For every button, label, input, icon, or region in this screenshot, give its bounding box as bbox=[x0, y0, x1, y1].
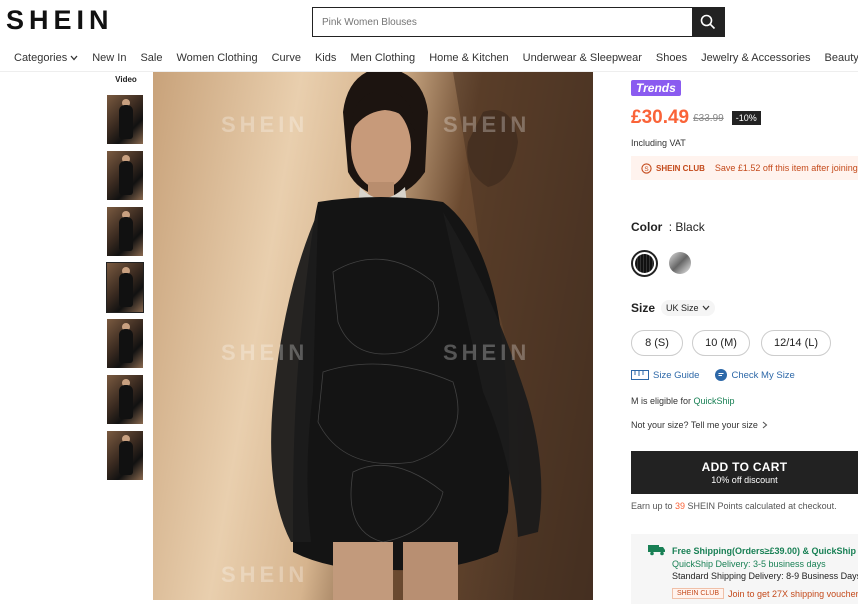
shipping-club-text: Join to get 27X shipping vouchers bbox=[728, 588, 858, 599]
add-to-cart-button[interactable]: ADD TO CART 10% off discount bbox=[631, 451, 858, 494]
thumbnail-image bbox=[107, 319, 143, 368]
size-option-l[interactable]: 12/14 (L) bbox=[761, 330, 831, 356]
trends-badge[interactable]: Trends bbox=[631, 80, 681, 96]
club-text: Save £1.52 off this item after joining bbox=[714, 163, 858, 173]
shipping-club-badge: SHEIN CLUB bbox=[672, 588, 725, 599]
search-bar bbox=[312, 7, 725, 37]
thumbnail[interactable] bbox=[106, 94, 144, 145]
thumbnail[interactable] bbox=[106, 374, 144, 425]
thumbnail[interactable] bbox=[106, 150, 144, 201]
chevron-down-icon bbox=[702, 305, 709, 311]
thumbnail-image bbox=[107, 263, 143, 312]
points-prefix: Earn up to bbox=[631, 501, 676, 511]
nav-curve[interactable]: Curve bbox=[272, 52, 301, 64]
main-product-image[interactable]: SHEIN SHEIN SHEIN SHEIN SHEIN bbox=[153, 72, 593, 600]
watermark: SHEIN bbox=[221, 112, 309, 137]
club-icon: S bbox=[641, 162, 652, 174]
quickship-delivery-days: 3-5 business days bbox=[753, 559, 826, 569]
nav-men-clothing[interactable]: Men Clothing bbox=[350, 52, 415, 64]
nav-sale[interactable]: Sale bbox=[140, 52, 162, 64]
size-heading: Size UK Size bbox=[631, 300, 715, 316]
quickship-link[interactable]: QuickShip bbox=[694, 396, 735, 406]
nav-women-clothing[interactable]: Women Clothing bbox=[176, 52, 257, 64]
points-value: 39 bbox=[675, 501, 686, 511]
watermark: SHEIN bbox=[443, 112, 531, 137]
category-nav: Categories New In Sale Women Clothing Cu… bbox=[0, 44, 858, 72]
thumbnail[interactable] bbox=[106, 430, 144, 481]
check-my-size-link[interactable]: Check My Size bbox=[731, 370, 794, 381]
quickship-delivery-label: QuickShip Delivery: bbox=[672, 559, 754, 569]
swatch-pattern bbox=[635, 254, 654, 273]
quickship-eligibility: M is eligible for QuickShip bbox=[631, 396, 735, 406]
nav-beauty-health[interactable]: Beauty & H bbox=[825, 52, 858, 64]
not-your-size-text: Not your size? Tell me your size bbox=[631, 420, 758, 430]
price-row: £30.49 £33.99 -10% bbox=[631, 107, 761, 129]
shipping-info: Free Shipping(Orders≥£39.00) & QuickShip… bbox=[631, 534, 858, 604]
nav-label: Categories bbox=[14, 51, 68, 64]
color-swatch-black[interactable] bbox=[631, 250, 658, 277]
color-value: : Black bbox=[668, 220, 705, 234]
ruler-icon bbox=[631, 370, 649, 380]
nav-categories[interactable]: Categories bbox=[14, 52, 78, 64]
search-icon bbox=[700, 14, 716, 30]
thumbnail-active[interactable] bbox=[106, 262, 144, 313]
sale-price: £30.49 bbox=[631, 107, 690, 128]
color-swatch-silver[interactable] bbox=[669, 252, 691, 274]
thumbnail-gallery: Video bbox=[106, 72, 146, 486]
size-guide-link[interactable]: Size Guide bbox=[653, 370, 699, 381]
video-tab[interactable]: Video bbox=[106, 72, 146, 94]
thumbnail-image bbox=[107, 95, 143, 144]
quickship-prefix: M is eligible for bbox=[631, 396, 694, 406]
search-button[interactable] bbox=[692, 8, 724, 36]
shipping-club-row[interactable]: SHEIN CLUB Join to get 27X shipping vouc… bbox=[672, 588, 858, 599]
free-shipping-title[interactable]: Free Shipping(Orders≥£39.00) & QuickShip bbox=[672, 546, 856, 556]
size-option-s[interactable]: 8 (S) bbox=[631, 330, 683, 356]
thumbnail[interactable] bbox=[106, 206, 144, 257]
watermark: SHEIN bbox=[221, 562, 309, 587]
discount-badge: -10% bbox=[731, 111, 761, 125]
check-size-icon bbox=[715, 369, 728, 381]
size-option-m[interactable]: 10 (M) bbox=[692, 330, 750, 356]
add-to-cart-label: ADD TO CART bbox=[701, 460, 788, 474]
truck-icon bbox=[648, 545, 665, 556]
nav-jewelry-accessories[interactable]: Jewelry & Accessories bbox=[701, 52, 810, 64]
svg-text:S: S bbox=[644, 165, 648, 172]
size-label: Size bbox=[631, 301, 656, 315]
color-label: Color bbox=[631, 220, 663, 234]
chevron-right-icon bbox=[762, 421, 768, 429]
thumbnail-image bbox=[107, 151, 143, 200]
club-name: SHEIN CLUB bbox=[656, 163, 705, 173]
thumbnail-image bbox=[107, 207, 143, 256]
points-suffix: SHEIN Points calculated at checkout. bbox=[685, 501, 837, 511]
vat-note: Including VAT bbox=[631, 138, 686, 148]
nav-new-in[interactable]: New In bbox=[92, 52, 126, 64]
search-input[interactable] bbox=[313, 8, 692, 36]
header: SHEIN bbox=[0, 0, 858, 44]
size-system-value: UK Size bbox=[666, 303, 699, 313]
nav-kids[interactable]: Kids bbox=[315, 52, 336, 64]
thumbnail[interactable] bbox=[106, 318, 144, 369]
thumbnail-image bbox=[107, 375, 143, 424]
chevron-down-icon bbox=[70, 55, 78, 60]
watermark: SHEIN bbox=[443, 340, 531, 365]
size-system-select[interactable]: UK Size bbox=[661, 300, 715, 316]
quickship-delivery: QuickShip Delivery: 3-5 business days bbox=[672, 559, 826, 569]
not-your-size-link[interactable]: Not your size? Tell me your size bbox=[631, 420, 768, 430]
size-help-row: Size Guide Check My Size bbox=[631, 369, 795, 381]
points-note: Earn up to 39 SHEIN Points calculated at… bbox=[631, 501, 837, 511]
color-heading: Color : Black bbox=[631, 220, 705, 234]
original-price: £33.99 bbox=[693, 112, 724, 124]
shein-club-banner[interactable]: S SHEIN CLUB Save £1.52 off this item af… bbox=[631, 156, 858, 180]
nav-shoes[interactable]: Shoes bbox=[656, 52, 687, 64]
standard-delivery: Standard Shipping Delivery: 8-9 Business… bbox=[672, 571, 858, 581]
cart-discount-label: 10% off discount bbox=[711, 475, 778, 485]
product-photo bbox=[271, 72, 593, 600]
nav-underwear-sleepwear[interactable]: Underwear & Sleepwear bbox=[523, 52, 642, 64]
shein-logo[interactable]: SHEIN bbox=[6, 5, 114, 36]
watermark: SHEIN bbox=[221, 340, 309, 365]
thumbnail-image bbox=[107, 431, 143, 480]
nav-home-kitchen[interactable]: Home & Kitchen bbox=[429, 52, 508, 64]
